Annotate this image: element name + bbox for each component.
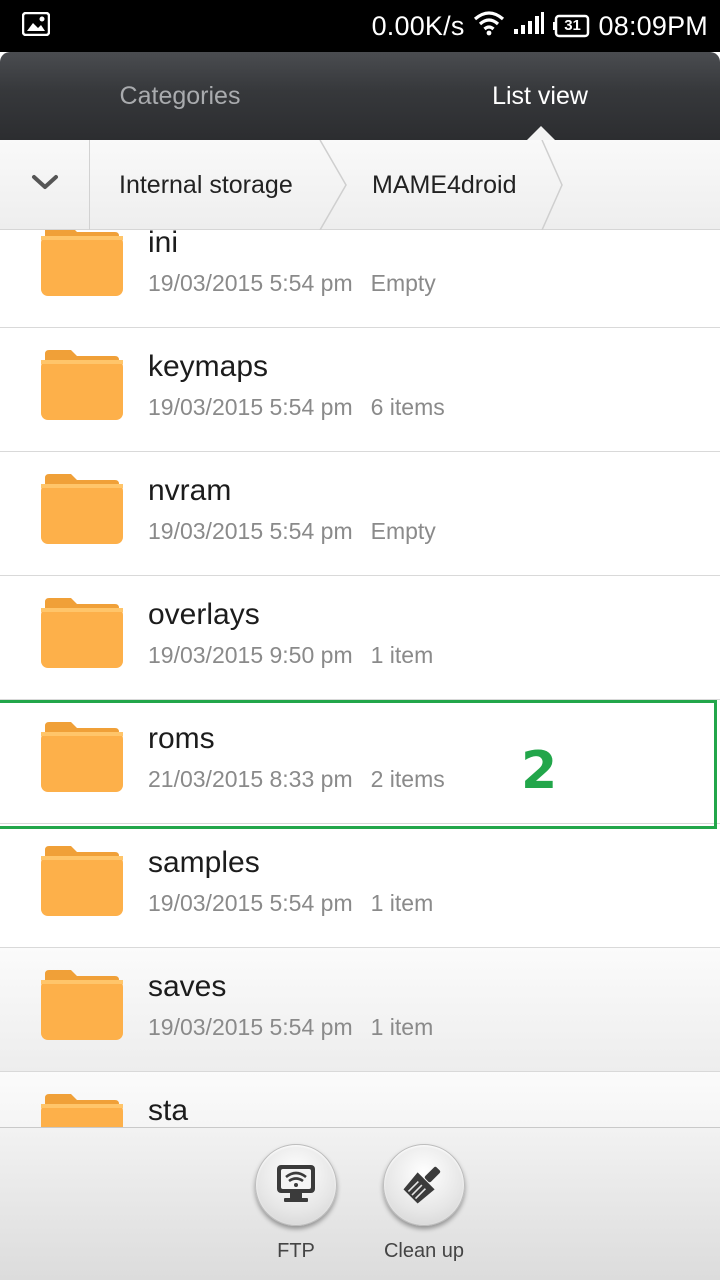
list-item-folder[interactable]: samples 19/03/2015 5:54 pm 1 item bbox=[0, 824, 720, 948]
clean-up-button[interactable] bbox=[383, 1144, 465, 1226]
folder-icon bbox=[41, 970, 123, 1040]
folder-name: overlays bbox=[148, 598, 260, 631]
folder-meta: 19/03/2015 5:54 pm Empty bbox=[148, 518, 436, 545]
net-speed: 0.00K/s bbox=[371, 10, 465, 41]
list-item-folder[interactable]: overlays 19/03/2015 9:50 pm 1 item bbox=[0, 576, 720, 700]
annotation-number: 2 bbox=[521, 741, 558, 801]
folder-date: 19/03/2015 5:54 pm bbox=[148, 890, 353, 916]
breadcrumb-separator bbox=[541, 140, 563, 230]
folder-name: samples bbox=[148, 846, 260, 879]
top-tab-bar: Categories List view bbox=[0, 52, 720, 140]
folder-icon bbox=[41, 598, 123, 668]
ftp-monitor-icon bbox=[275, 1163, 317, 1208]
folder-item-count: 1 item bbox=[370, 890, 434, 916]
folder-item-count: 1 item bbox=[370, 642, 434, 668]
ftp-action[interactable]: FTP bbox=[246, 1144, 346, 1263]
list-item-folder[interactable]: nvram 19/03/2015 5:54 pm Empty bbox=[0, 452, 720, 576]
image-notification-icon bbox=[21, 11, 51, 37]
breadcrumb-item-internal-storage[interactable]: Internal storage bbox=[119, 140, 293, 230]
breadcrumb-separator bbox=[319, 140, 347, 230]
folder-item-count: Empty bbox=[370, 270, 436, 296]
folder-item-count: 6 items bbox=[370, 394, 445, 420]
ftp-label: FTP bbox=[277, 1240, 315, 1262]
wifi-icon bbox=[473, 10, 505, 43]
annotation-highlight-box bbox=[0, 700, 717, 829]
folder-item-count: 1 item bbox=[370, 1014, 434, 1040]
folder-date: 19/03/2015 5:54 pm bbox=[148, 1014, 353, 1040]
folder-date: 19/03/2015 9:50 pm bbox=[148, 642, 353, 668]
breadcrumb-dropdown-button[interactable] bbox=[0, 140, 90, 230]
list-item-folder[interactable]: sta bbox=[0, 1072, 720, 1127]
clean-up-label: Clean up bbox=[383, 1240, 465, 1262]
ftp-button[interactable] bbox=[255, 1144, 337, 1226]
chevron-down-icon bbox=[31, 174, 59, 197]
status-bar: 0.00K/s 31 08:09PM bbox=[0, 0, 720, 52]
folder-date: 19/03/2015 5:54 pm bbox=[148, 270, 353, 296]
folder-date: 19/03/2015 5:54 pm bbox=[148, 518, 353, 544]
list-item-folder[interactable]: saves 19/03/2015 5:54 pm 1 item bbox=[0, 948, 720, 1072]
folder-item-count: Empty bbox=[370, 518, 436, 544]
signal-icon bbox=[513, 11, 545, 42]
folder-meta: 19/03/2015 9:50 pm 1 item bbox=[148, 642, 433, 669]
folder-meta: 19/03/2015 5:54 pm 1 item bbox=[148, 890, 433, 917]
folder-name: ini bbox=[148, 230, 179, 259]
battery-icon: 31 bbox=[552, 14, 591, 38]
folder-name: keymaps bbox=[148, 350, 269, 383]
file-list: ini 19/03/2015 5:54 pm Empty keymaps 19/0… bbox=[0, 230, 720, 1127]
folder-icon bbox=[41, 230, 123, 296]
breadcrumb: Internal storage MAME4droid bbox=[0, 140, 720, 230]
folder-meta: 19/03/2015 5:54 pm 1 item bbox=[148, 1014, 433, 1041]
folder-meta: 19/03/2015 5:54 pm Empty bbox=[148, 270, 436, 297]
folder-icon bbox=[41, 474, 123, 544]
folder-name: saves bbox=[148, 970, 227, 1003]
folder-name: sta bbox=[148, 1094, 189, 1127]
clock: 08:09PM bbox=[598, 10, 708, 41]
battery-level: 31 bbox=[564, 17, 581, 34]
clean-up-action[interactable]: Clean up bbox=[374, 1144, 474, 1263]
folder-icon bbox=[41, 846, 123, 916]
breadcrumb-item-mame4droid[interactable]: MAME4droid bbox=[372, 140, 517, 230]
folder-date: 19/03/2015 5:54 pm bbox=[148, 394, 353, 420]
bottom-action-bar: FTP Clean up bbox=[0, 1127, 720, 1280]
folder-icon bbox=[41, 350, 123, 420]
folder-meta: 19/03/2015 5:54 pm 6 items bbox=[148, 394, 445, 421]
broom-icon bbox=[403, 1162, 445, 1209]
tab-categories[interactable]: Categories bbox=[0, 52, 360, 140]
list-item-folder[interactable]: ini 19/03/2015 5:54 pm Empty bbox=[0, 230, 720, 328]
folder-name: nvram bbox=[148, 474, 232, 507]
folder-icon bbox=[41, 1094, 123, 1127]
list-item-folder[interactable]: keymaps 19/03/2015 5:54 pm 6 items bbox=[0, 328, 720, 452]
active-tab-indicator bbox=[526, 126, 556, 141]
